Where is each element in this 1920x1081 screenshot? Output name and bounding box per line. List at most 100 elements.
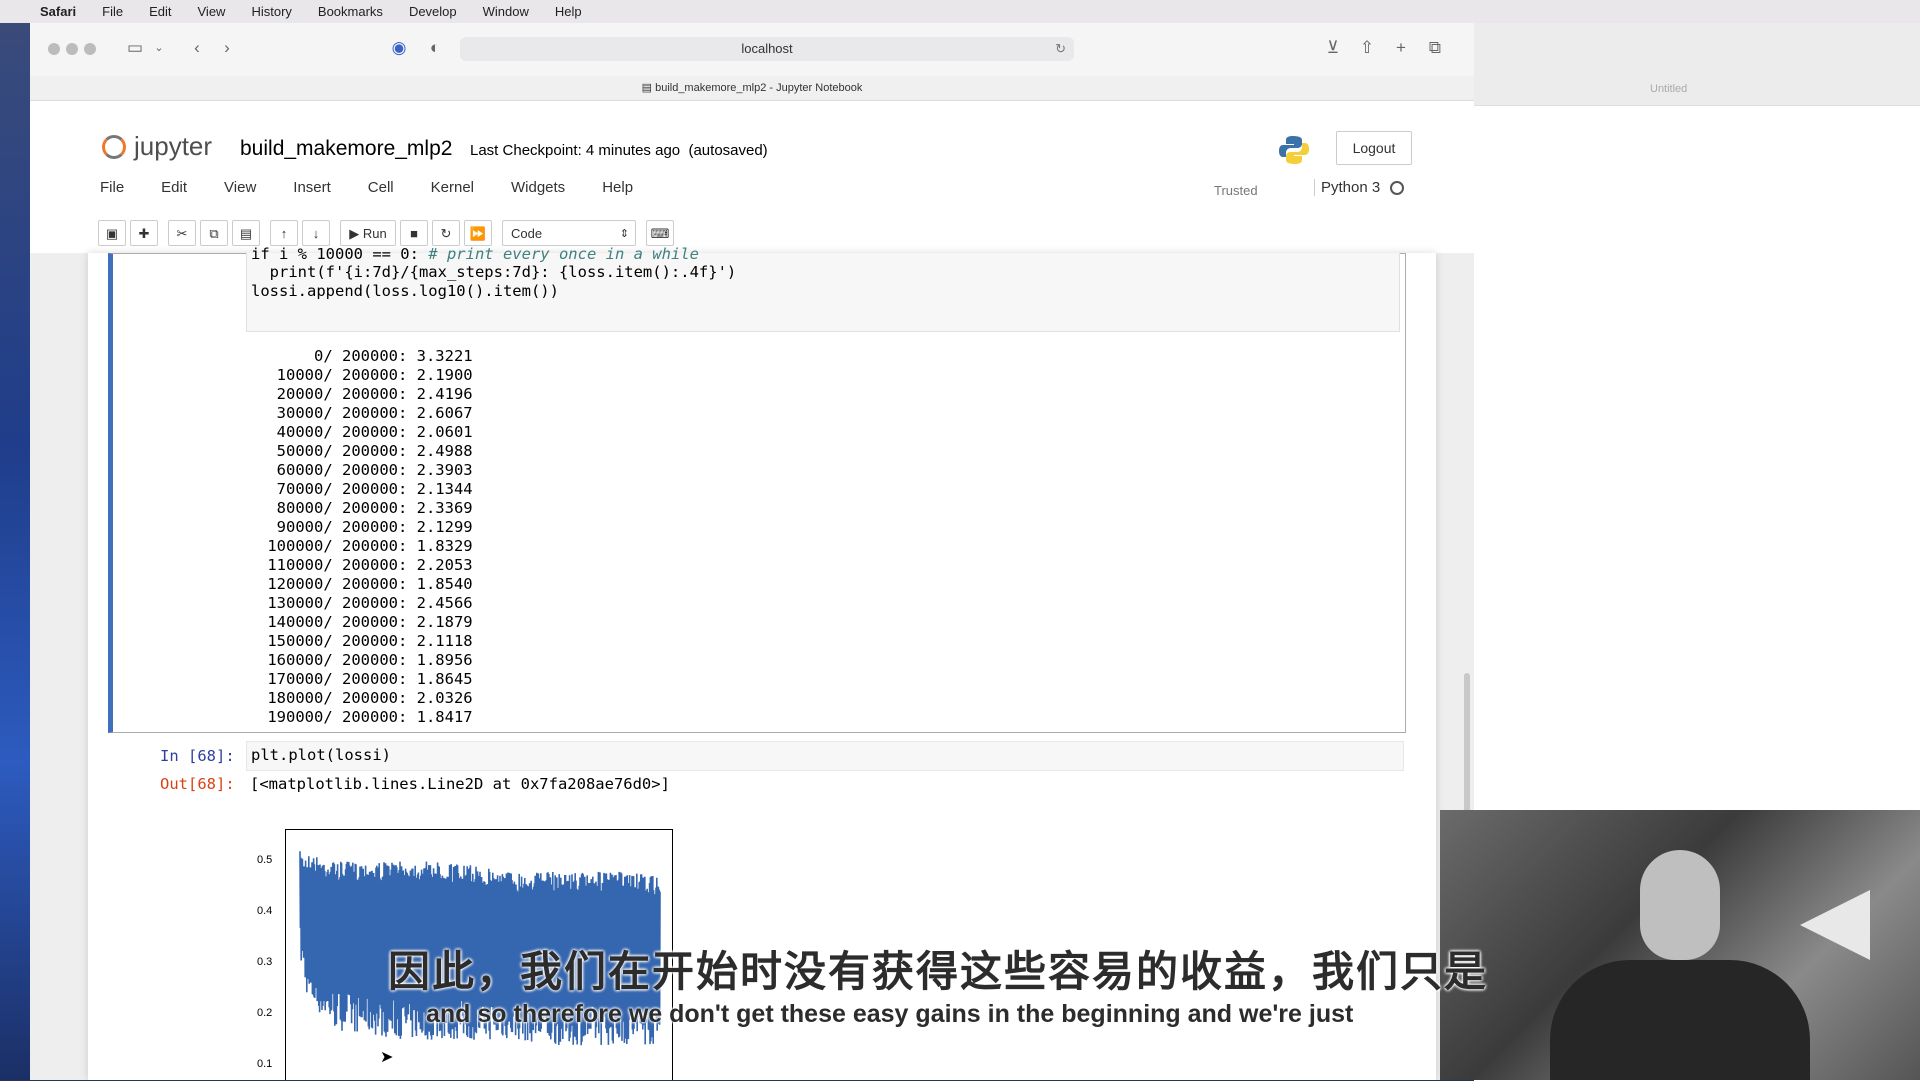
output-line: 130000/ 200000: 2.4566 (258, 594, 473, 612)
copy-icon[interactable]: ⧉ (200, 220, 228, 246)
privacy-shield-icon[interactable]: ◐ (424, 37, 446, 59)
sidebar-toggle-icon[interactable]: ▭ (124, 37, 146, 59)
y-tick-label: 0.2 (257, 1006, 273, 1019)
app-menu[interactable]: Safari (40, 4, 76, 19)
code-editor[interactable]: if i % 10000 == 0: # print every once in… (246, 245, 1400, 332)
safari-window: ▭ ⌄ ‹ › ◉ ◐ localhost ↻ ⊻ ⇧ + ⧉ ▤ build_… (30, 23, 1474, 1080)
menu-window[interactable]: Window (483, 4, 529, 19)
notebook-icon: ▤ (641, 82, 656, 94)
code-line: if i % 10000 == 0: # print every once in… (251, 245, 699, 263)
keyboard-icon[interactable]: ⌨ (646, 220, 674, 246)
code-line: print(f'{i:7d}/{max_steps:7d}: {loss.ite… (251, 263, 737, 281)
checkpoint-status: Last Checkpoint: 4 minutes ago (autosave… (470, 142, 768, 159)
nb-menu-help[interactable]: Help (602, 179, 633, 196)
close-window-button[interactable] (48, 43, 60, 55)
address-bar[interactable]: localhost ↻ (460, 37, 1074, 61)
jupyter-logo-icon (102, 134, 126, 159)
output-line: 190000/ 200000: 1.8417 (258, 708, 473, 726)
nb-menu-cell[interactable]: Cell (368, 179, 394, 196)
output-line: 90000/ 200000: 2.1299 (258, 518, 473, 536)
y-tick-label: 0.1 (257, 1057, 273, 1070)
run-button[interactable]: ▶ Run (340, 220, 396, 246)
stop-icon[interactable]: ■ (400, 220, 428, 246)
chevron-down-icon[interactable]: ⌄ (148, 37, 170, 59)
new-tab-icon[interactable]: + (1390, 37, 1412, 59)
address-text: localhost (741, 41, 793, 56)
active-tab-title[interactable]: build_makemore_mlp2 - Jupyter Notebook (655, 82, 862, 94)
output-text: [<matplotlib.lines.Line2D at 0x7fa208ae7… (250, 775, 670, 793)
trusted-indicator[interactable]: Trusted (1208, 181, 1264, 200)
nb-menu-kernel[interactable]: Kernel (431, 179, 474, 196)
move-up-icon[interactable]: ↑ (270, 220, 298, 246)
back-icon[interactable]: ‹ (186, 37, 208, 59)
presenter-head (1640, 850, 1720, 960)
output-line: 70000/ 200000: 2.1344 (258, 480, 473, 498)
mouse-cursor-icon: ➤ (380, 1049, 394, 1066)
webcam-overlay (1440, 810, 1920, 1080)
paste-icon[interactable]: ▤ (232, 220, 260, 246)
fast-forward-icon[interactable]: ⏩ (464, 220, 492, 246)
browser-toolbar: ▭ ⌄ ‹ › ◉ ◐ localhost ↻ ⊻ ⇧ + ⧉ (30, 23, 1474, 76)
output-line: 140000/ 200000: 2.1879 (258, 613, 473, 631)
output-line: 120000/ 200000: 1.8540 (258, 575, 473, 593)
cell-output: 0/ 200000: 3.3221 10000/ 200000: 2.1900 … (258, 347, 473, 727)
kernel-name: Python 3 (1321, 179, 1381, 196)
jupyter-logo-text: jupyter (134, 131, 213, 161)
scrollbar[interactable] (1464, 673, 1470, 823)
menu-develop[interactable]: Develop (409, 4, 457, 19)
nb-menu-widgets[interactable]: Widgets (511, 179, 565, 196)
output-line: 100000/ 200000: 1.8329 (258, 537, 473, 555)
reload-icon[interactable]: ↻ (1055, 37, 1066, 61)
minimize-window-button[interactable] (66, 43, 78, 55)
menu-edit[interactable]: Edit (149, 4, 171, 19)
output-line: 150000/ 200000: 2.1118 (258, 632, 473, 650)
code-editor[interactable]: plt.plot(lossi) (246, 741, 1404, 771)
forward-icon[interactable]: › (216, 37, 238, 59)
menu-history[interactable]: History (251, 4, 291, 19)
nb-menu-file[interactable]: File (100, 179, 124, 196)
menu-help[interactable]: Help (555, 4, 582, 19)
output-line: 80000/ 200000: 2.3369 (258, 499, 473, 517)
cut-icon[interactable]: ✂ (168, 220, 196, 246)
restart-icon[interactable]: ↻ (432, 220, 460, 246)
insert-cell-icon[interactable]: ✚ (130, 220, 158, 246)
y-tick-label: 0.5 (257, 853, 273, 866)
jupyter-logo[interactable]: jupyter (102, 131, 212, 162)
tab-overview-icon[interactable]: ⧉ (1424, 37, 1446, 59)
menu-file[interactable]: File (102, 4, 123, 19)
code-line: plt.plot(lossi) (251, 746, 391, 764)
output-line: 50000/ 200000: 2.4988 (258, 442, 473, 460)
move-down-icon[interactable]: ↓ (302, 220, 330, 246)
downloads-icon[interactable]: ⊻ (1322, 37, 1344, 59)
cell-type-select[interactable]: Code (502, 220, 636, 247)
notebook-menubar: File Edit View Insert Cell Kernel Widget… (100, 179, 670, 196)
output-prompt: Out[68]: (160, 775, 235, 793)
input-prompt: In [68]: (160, 747, 235, 765)
output-line: 160000/ 200000: 1.8956 (258, 651, 473, 669)
share-icon[interactable]: ⇧ (1356, 37, 1378, 59)
menu-bookmarks[interactable]: Bookmarks (318, 4, 383, 19)
output-line: 10000/ 200000: 2.1900 (258, 366, 473, 384)
zoom-window-button[interactable] (84, 43, 96, 55)
output-line: 170000/ 200000: 1.8645 (258, 670, 473, 688)
menu-view[interactable]: View (198, 4, 226, 19)
nb-menu-view[interactable]: View (224, 179, 256, 196)
logout-button[interactable]: Logout (1336, 131, 1412, 165)
lamp (1800, 890, 1870, 960)
secondary-tab-title[interactable]: Untitled (1650, 83, 1687, 95)
output-line: 180000/ 200000: 2.0326 (258, 689, 473, 707)
notebook-name[interactable]: build_makemore_mlp2 (240, 137, 452, 161)
secondary-window-toolbar: Untitled (1474, 23, 1920, 106)
tab-bar: ▤ build_makemore_mlp2 - Jupyter Notebook (30, 76, 1474, 101)
desktop-background (0, 23, 30, 1080)
output-line: 110000/ 200000: 2.2053 (258, 556, 473, 574)
nb-menu-edit[interactable]: Edit (161, 179, 187, 196)
autosave-text: (autosaved) (688, 142, 768, 159)
presenter-body (1550, 960, 1810, 1080)
kernel-status-icon (1390, 180, 1405, 195)
save-icon[interactable]: ▣ (98, 220, 126, 246)
password-icon[interactable]: ◉ (388, 37, 410, 59)
y-tick-label: 0.4 (257, 904, 273, 917)
nb-menu-insert[interactable]: Insert (293, 179, 331, 196)
subtitle-chinese: 因此，我们在开始时没有获得这些容易的收益，我们只是 (388, 948, 1489, 995)
